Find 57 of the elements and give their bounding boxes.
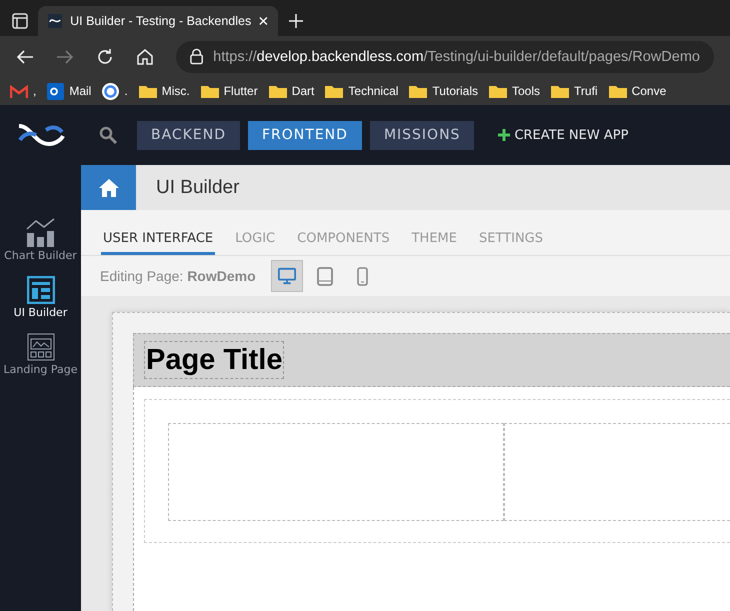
home-button[interactable] <box>81 165 136 210</box>
section-title: UI Builder <box>156 176 240 198</box>
sidebar-item[interactable]: UI Builder <box>0 276 81 319</box>
tablet-icon <box>316 266 333 286</box>
plus-icon <box>498 129 510 141</box>
folder-icon <box>608 84 627 98</box>
home-icon[interactable] <box>136 48 154 65</box>
chart-icon <box>24 217 56 247</box>
desktop-icon <box>278 267 296 285</box>
mail-icon <box>47 82 64 100</box>
folder-icon <box>489 84 507 98</box>
bookmark[interactable]: Flutter <box>200 84 258 98</box>
bookmark[interactable]: Tutorials <box>409 84 478 98</box>
bookmark[interactable]: . <box>102 82 128 100</box>
sidebar-item[interactable]: Landing Page <box>0 333 81 376</box>
folder-icon <box>409 84 428 98</box>
page-title[interactable]: Page Title <box>144 341 284 379</box>
home-icon <box>98 178 120 197</box>
nav-tab[interactable]: MISSIONS <box>370 120 474 150</box>
url-text: https://develop.backendless.com/Testing/ui-builder/default/pages/RowDemo <box>213 48 700 64</box>
bookmark[interactable]: Dart <box>268 84 314 98</box>
nav-tab[interactable]: BACKEND <box>137 120 240 150</box>
gmail-icon <box>10 84 28 98</box>
backendless-logo-icon[interactable] <box>16 122 66 148</box>
bookmark[interactable]: Mail <box>47 82 92 100</box>
sidebar-item[interactable]: Chart Builder <box>0 217 81 262</box>
folder-icon <box>325 84 344 98</box>
bookmark[interactable]: , <box>10 84 36 98</box>
landing-page-icon <box>26 333 54 361</box>
layout-icon <box>26 276 54 304</box>
back-icon[interactable] <box>16 48 34 64</box>
address-bar[interactable]: https://develop.backendless.com/Testing/ui-builder/default/pages/RowDemo <box>176 40 714 72</box>
tab-title: UI Builder - Testing - Backendles <box>70 14 252 28</box>
close-icon[interactable] <box>259 16 268 26</box>
phone-icon <box>357 266 368 286</box>
search-icon[interactable] <box>99 126 117 144</box>
bookmark[interactable]: Tools <box>489 84 540 98</box>
nav-tab[interactable]: FRONTEND <box>248 120 362 150</box>
google-icon <box>102 82 120 100</box>
backendless-logo-icon <box>48 13 62 29</box>
create-app-link[interactable]: CREATE NEW APP <box>492 126 634 144</box>
forward-icon[interactable] <box>56 48 74 64</box>
tab-actions-icon[interactable] <box>12 13 28 29</box>
folder-icon <box>551 84 570 98</box>
folder-icon <box>200 84 219 98</box>
bookmark[interactable]: Misc. <box>138 84 190 98</box>
device-button[interactable] <box>272 261 302 291</box>
bookmark[interactable]: Technical <box>325 84 398 98</box>
folder-icon <box>138 84 157 98</box>
lock-icon <box>190 48 204 65</box>
folder-icon <box>268 84 287 98</box>
browser-tab[interactable]: UI Builder - Testing - Backendles <box>38 6 278 36</box>
new-tab-icon[interactable] <box>288 13 304 29</box>
reload-icon[interactable] <box>96 48 114 66</box>
bookmark[interactable]: Trufi <box>551 84 598 98</box>
editing-page-label: Editing Page: RowDemo <box>100 268 256 284</box>
bookmark[interactable]: Conve <box>608 84 666 98</box>
